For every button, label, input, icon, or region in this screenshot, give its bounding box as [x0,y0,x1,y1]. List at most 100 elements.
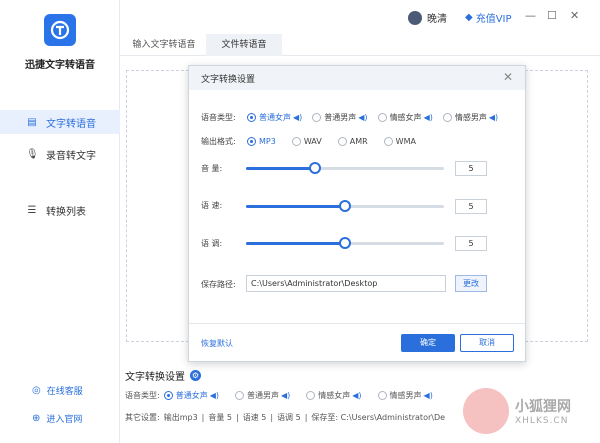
format-option-label: AMR [349,137,368,146]
dialog-header: 文字转换设置 ✕ [189,66,525,90]
other-pitch: 语调 5 [277,413,301,422]
cancel-button[interactable]: 取消 [460,334,514,352]
voice-option-emotional-female[interactable]: 情感女声 ◀) [377,112,433,123]
online-service-label: 在线客服 [46,387,83,397]
pitch-label: 语 调: [201,239,223,248]
watermark-cn: 小狐狸网 [515,399,571,415]
volume-row: 音 量: [201,163,247,174]
radio-icon [312,113,322,122]
diamond-icon: ◆ [465,12,473,23]
voice-option-normal-male[interactable]: 普通男声 ◀) [234,390,290,401]
speaker-icon[interactable]: ◀) [489,113,498,122]
voice-option-emotional-male[interactable]: 情感男声 ◀) [442,112,498,123]
avatar [408,10,422,25]
radio-icon [442,113,452,122]
speaker-icon[interactable]: ◀) [210,391,219,400]
radio-icon [234,391,244,400]
format-option-label: WAV [303,137,322,146]
format-option-label: WMA [395,137,416,146]
mic-icon: 🎙 [26,148,39,160]
speed-label: 语 速: [201,201,223,210]
tab-file-to-speech[interactable]: 文件转语音 [206,34,282,56]
app-name: 迅捷文字转语音 [25,60,95,71]
voice-type-label: 语音类型: [201,113,236,122]
sidebar-item-text-to-speech[interactable]: ▤ 文字转语音 [0,110,120,134]
speaker-icon[interactable]: ◀) [293,113,302,122]
voice-option-normal-female[interactable]: 普通女声 ◀) [247,112,302,123]
user-profile[interactable]: 晚清 [408,10,447,25]
restore-default-link[interactable]: 恢复默认 [201,338,233,349]
radio-icon [383,137,393,146]
voice-option-label: 情感男声 [389,391,422,400]
voice-option-label: 情感女声 [318,391,351,400]
headset-icon: ◎ [32,385,41,396]
slider-handle[interactable] [339,237,351,249]
online-service-link[interactable]: ◎ 在线客服 [0,384,120,397]
save-path-label: 保存路径: [201,280,236,289]
settings-title-label: 文字转换设置 [125,372,185,383]
volume-value[interactable]: 5 [455,161,487,176]
save-path-input[interactable]: C:\Users\Administrator\Desktop [246,275,446,292]
pitch-value[interactable]: 5 [455,236,487,251]
slider-fill [246,205,345,208]
dialog-title: 文字转换设置 [201,74,256,85]
slider-handle[interactable] [339,200,351,212]
format-label: 输出格式: [201,137,236,146]
format-option-label: MP3 [259,137,276,146]
username: 晚清 [427,14,447,25]
speaker-icon[interactable]: ◀) [352,391,361,400]
settings-title: 文字转换设置 ⚙ [125,368,201,383]
close-button[interactable]: ✕ [570,9,579,22]
change-path-button[interactable]: 更改 [455,275,487,292]
radio-icon [377,113,387,122]
confirm-button[interactable]: 确定 [401,334,455,352]
speed-slider[interactable] [246,200,444,212]
gear-icon[interactable]: ⚙ [190,370,201,381]
watermark: 小狐狸网 XHLKS.CN [463,388,571,434]
bottom-voice-row: 语音类型: 普通女声 ◀) 普通男声 ◀) 情感女声 ◀) 情感男声 ◀) [125,390,449,401]
maximize-button[interactable]: ☐ [547,9,557,22]
speaker-icon[interactable]: ◀) [424,391,433,400]
voice-option-label: 情感女声 [389,113,422,122]
voice-option-label: 普通男声 [246,391,279,400]
list-icon: ☰ [27,204,37,216]
dialog-footer: 恢复默认 确定 取消 [189,323,525,361]
minimize-button[interactable]: — [525,9,536,22]
tab-input-text[interactable]: 输入文字转语音 [124,34,204,56]
sidebar-item-label: 转换列表 [46,206,86,218]
voice-option-normal-male[interactable]: 普通男声 ◀) [312,112,368,123]
sidebar-item-convert-list[interactable]: ☰ 转换列表 [0,198,120,222]
volume-slider[interactable] [246,162,444,174]
radio-icon [337,137,347,146]
format-option-wma[interactable]: WMA [383,137,416,146]
settings-dialog: 文字转换设置 ✕ 语音类型: 普通女声 ◀) 普通男声 ◀) 情感女声 ◀) 情感男声… [188,65,526,362]
bottom-other-row: 其它设置: 输出mp3 | 音量 5 | 语速 5 | 语调 5 | 保存至: C:\U… [125,413,446,422]
speaker-icon[interactable]: ◀) [358,113,367,122]
voice-option-normal-female[interactable]: 普通女声 ◀) [163,390,219,401]
title-bar: 晚清 ◆ 充值VIP — ☐ ✕ [120,0,600,34]
other-save-path: 保存至: C:\Users\Administrator\De [311,413,446,422]
voice-option-emotional-male[interactable]: 情感男声 ◀) [377,390,433,401]
official-site-link[interactable]: ⊕ 进入官网 [0,412,120,425]
official-site-label: 进入官网 [46,415,83,425]
slider-fill [246,242,345,245]
slider-handle[interactable] [309,162,322,174]
speaker-icon[interactable]: ◀) [281,391,290,400]
voice-option-emotional-female[interactable]: 情感女声 ◀) [306,390,362,401]
app-logo-icon [44,14,76,46]
speed-value[interactable]: 5 [455,199,487,214]
sidebar-item-recording-to-text[interactable]: 🎙 录音转文字 [0,142,120,166]
pitch-row: 语 调: [201,238,247,249]
sidebar-item-label: 文字转语音 [46,118,96,130]
format-option-wav[interactable]: WAV [291,137,322,146]
format-option-amr[interactable]: AMR [337,137,368,146]
other-volume: 音量 5 [208,413,233,422]
speaker-icon[interactable]: ◀) [424,113,433,122]
close-icon[interactable]: ✕ [503,70,513,84]
pitch-slider[interactable] [246,237,444,249]
radio-icon [291,137,301,146]
voice-option-label: 普通男声 [324,113,357,122]
format-option-mp3[interactable]: MP3 [247,137,276,146]
voice-option-label: 普通女声 [175,391,208,400]
vip-button[interactable]: ◆ 充值VIP [465,10,512,25]
